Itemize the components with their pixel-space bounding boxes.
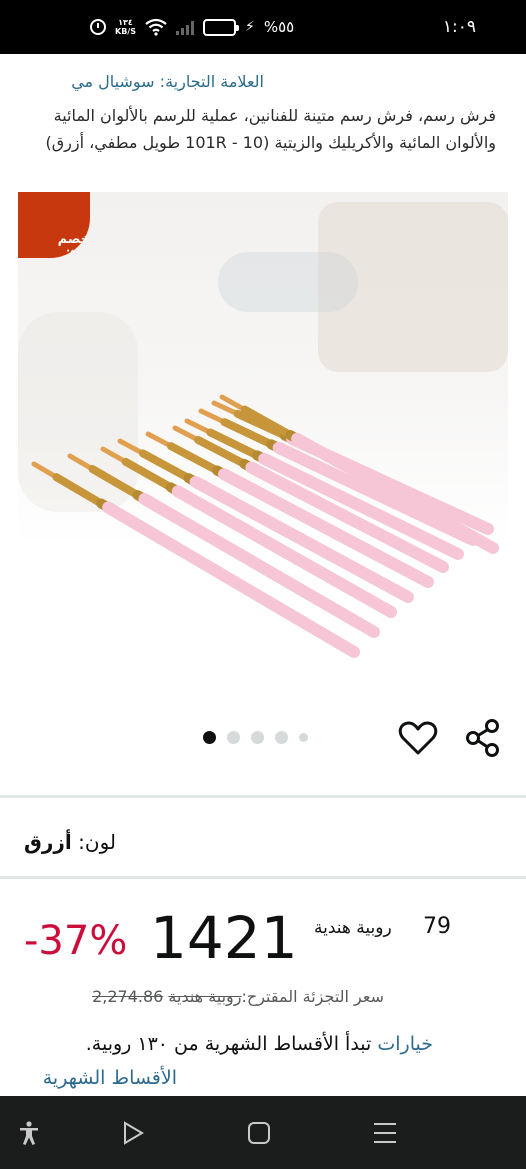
wifi-icon (145, 18, 167, 36)
play-icon[interactable] (120, 1120, 146, 1146)
status-icons: %٥٥ ⚡ ١٣٤ KB/S (90, 14, 294, 40)
network-speed-value: ١٣٤ (118, 18, 133, 27)
paint-brushes-image (31, 394, 499, 658)
list-price-row: سعر التجزئة المقترح:روبية هندية 2,274.86 (92, 987, 384, 1006)
installment-text: تبدأ الأقساط الشهرية من ١٣٠ روبية. (85, 1033, 372, 1055)
charging-icon: ⚡ (244, 19, 255, 35)
installment-options-link[interactable]: خيارات (377, 1033, 433, 1055)
product-image[interactable]: خصم ٣٧٪ (18, 192, 508, 697)
list-price-currency: روبية هندية (168, 987, 242, 1006)
installment-info: خيارات تبدأ الأقساط الشهرية من ١٣٠ روبية… (86, 1033, 433, 1055)
price-currency: روبية هندية (314, 918, 392, 938)
status-bar: ١:٠٩ %٥٥ ⚡ ١٣٤ KB/S (0, 0, 526, 54)
battery-icon (202, 18, 239, 36)
carousel-dot-4[interactable] (275, 731, 288, 744)
installment-monthly-link[interactable]: الأقساط الشهرية (43, 1067, 177, 1089)
paint-brush (67, 453, 380, 638)
divider (0, 795, 526, 798)
color-selection[interactable]: لون: أزرق (24, 830, 116, 854)
price-whole: 1421 (150, 904, 298, 972)
paint-brush (184, 418, 464, 560)
home-icon[interactable] (246, 1120, 272, 1146)
battery-percent: %٥٥ (263, 18, 295, 36)
price-fraction: 79 (423, 914, 451, 939)
alarm-icon (90, 19, 106, 35)
discount-percent: -37% (24, 918, 128, 964)
carousel-dot-1[interactable] (203, 731, 216, 744)
network-speed: ١٣٤ KB/S (115, 18, 136, 36)
discount-badge: خصم ٣٧٪ (18, 192, 90, 258)
carousel-dot-2[interactable] (227, 731, 240, 744)
accessibility-icon[interactable] (16, 1120, 42, 1146)
divider (0, 876, 526, 879)
carousel-dots (203, 731, 308, 744)
menu-icon[interactable] (372, 1120, 398, 1146)
system-nav-bar (0, 1096, 526, 1169)
color-value: أزرق (24, 830, 72, 854)
color-label: لون: (78, 830, 116, 854)
network-speed-unit: KB/S (115, 27, 136, 36)
product-title: فرش رسم، فرش رسم متينة للفنانين، عملية ل… (45, 106, 496, 152)
clock-time: ١:٠٩ (442, 17, 476, 37)
signal-icon (175, 19, 194, 35)
carousel-dot-3[interactable] (251, 731, 264, 744)
carousel-dot-5[interactable] (299, 733, 308, 742)
discount-badge-text: خصم ٣٧٪ (57, 232, 90, 258)
brand-link[interactable]: العلامة التجارية: سوشيال مي (71, 72, 264, 91)
share-icon[interactable] (464, 718, 502, 758)
list-price-label: سعر التجزئة المقترح: (241, 987, 385, 1006)
wishlist-heart-icon[interactable] (398, 719, 438, 757)
list-price-value: 2,274.86 (92, 987, 164, 1006)
